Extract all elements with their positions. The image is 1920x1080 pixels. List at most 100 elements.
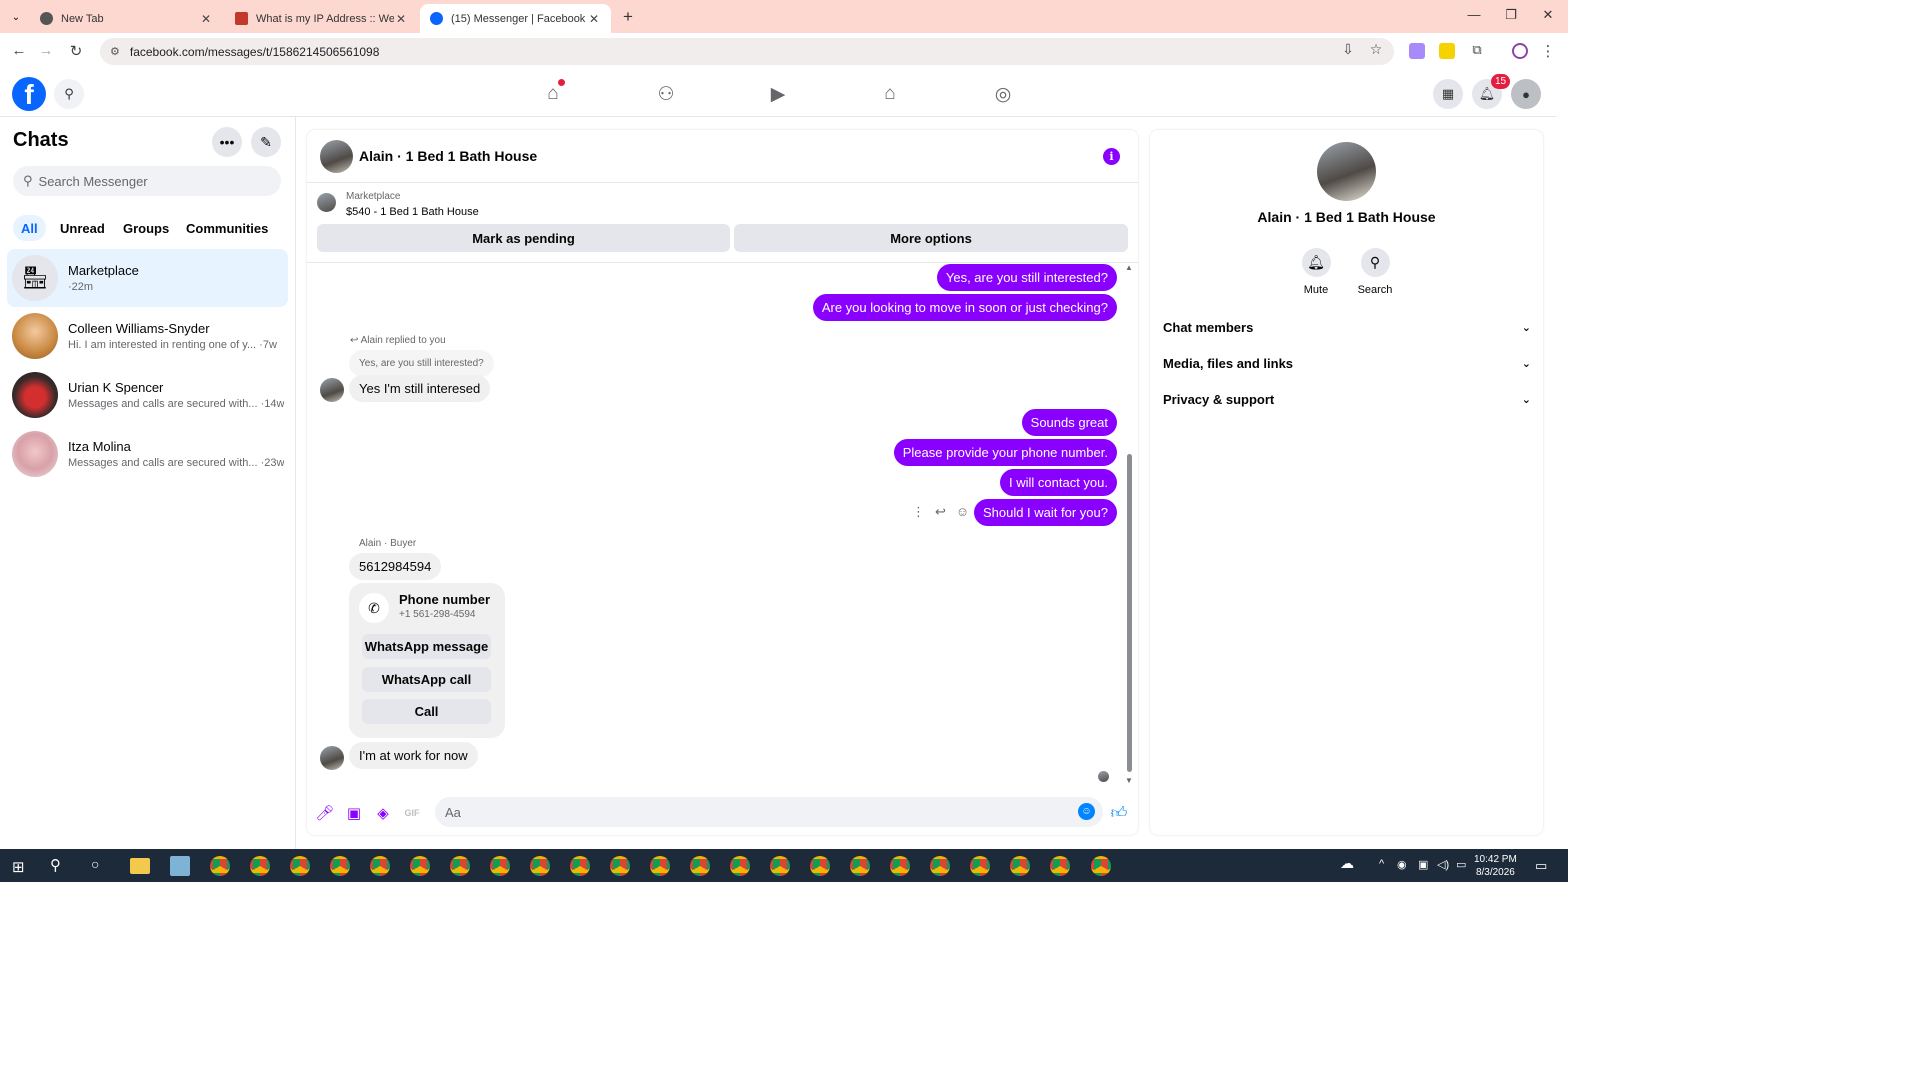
whatsapp-call-button[interactable]: WhatsApp call [362,667,491,692]
sender-avatar[interactable] [320,378,344,402]
chrome-taskbar-icon[interactable] [770,856,790,876]
thumbs-up-icon[interactable]: 👍︎ [1110,804,1128,822]
chrome-taskbar-icon[interactable] [1050,856,1070,876]
chrome-taskbar-icon[interactable] [210,856,230,876]
chrome-taskbar-icon[interactable] [530,856,550,876]
whatsapp-message-button[interactable]: WhatsApp message [362,634,491,659]
chat-item-urian[interactable]: Urian K Spencer Messages and calls are s… [7,366,288,424]
scroll-up-icon[interactable]: ▲ [1125,263,1133,272]
chrome-taskbar-icon[interactable] [810,856,830,876]
chrome-taskbar-icon[interactable] [370,856,390,876]
call-button[interactable]: Call [362,699,491,724]
browser-menu-icon[interactable]: ⋮ [1538,42,1558,62]
message-input[interactable] [435,797,1103,827]
chrome-taskbar-icon[interactable] [490,856,510,876]
taskbar-search-icon[interactable]: ⚲ [50,856,61,874]
chat-item-itza[interactable]: Itza Molina Messages and calls are secur… [7,425,288,483]
tab-search-chevron-icon[interactable]: ⌄ [6,7,26,27]
extension-yellow-icon[interactable] [1439,43,1455,59]
app-icon[interactable] [170,856,190,876]
message-incoming[interactable]: I'm at work for now [349,742,478,769]
chrome-taskbar-icon[interactable] [690,856,710,876]
section-chat-members[interactable]: Chat members ⌄ [1163,315,1531,339]
conversation-title[interactable]: Alain · 1 Bed 1 Bath House [359,148,537,164]
conversation-avatar[interactable] [320,140,353,173]
chrome-taskbar-icon[interactable] [290,856,310,876]
scroll-down-icon[interactable]: ▼ [1125,776,1133,785]
extension-purple-icon[interactable] [1409,43,1425,59]
forward-arrow-icon[interactable]: → [36,42,56,62]
chrome-taskbar-icon[interactable] [890,856,910,876]
reload-icon[interactable]: ↻ [66,42,86,62]
bookmark-star-icon[interactable]: ☆ [1366,41,1386,58]
new-message-icon[interactable]: ✎ [251,127,281,157]
tray-app-icon[interactable]: ◉ [1397,858,1407,871]
volume-icon[interactable]: ◁) [1437,858,1449,871]
profile-icon[interactable] [1512,43,1528,59]
filter-groups[interactable]: Groups [115,215,177,241]
tray-device-icon[interactable]: ▣ [1418,858,1428,871]
tab-ip-address[interactable]: What is my IP Address :: WebBrowserTools… [225,4,418,33]
chrome-taskbar-icon[interactable] [610,856,630,876]
groups-icon[interactable]: ◎ [990,81,1016,107]
chrome-taskbar-icon[interactable] [410,856,430,876]
message-outgoing[interactable]: Sounds great [1021,409,1117,436]
tab-messenger[interactable]: (15) Messenger | Facebook ✕ [420,4,611,33]
close-icon[interactable]: ✕ [394,12,408,26]
react-smiley-icon[interactable]: ☺ [956,504,969,520]
weather-icon[interactable]: ☁ [1340,855,1354,872]
section-media-files-links[interactable]: Media, files and links ⌄ [1163,351,1531,375]
friends-icon[interactable]: ⚇ [653,81,679,107]
windows-start-icon[interactable]: ⊞ [12,858,25,876]
microphone-icon[interactable]: 🎤︎ [315,804,334,822]
chrome-taskbar-icon[interactable] [330,856,350,876]
tray-chevron-up-icon[interactable]: ^ [1379,858,1384,870]
new-tab-button[interactable]: + [618,7,638,27]
extensions-puzzle-icon[interactable]: ⧉ [1467,42,1487,62]
close-window-button[interactable]: ✕ [1538,7,1558,23]
chat-item-colleen[interactable]: Colleen Williams-Snyder Hi. I am interes… [7,307,288,365]
chrome-taskbar-icon[interactable] [650,856,670,876]
install-app-icon[interactable]: ⇩ [1338,41,1358,58]
message-outgoing[interactable]: Are you looking to move in soon or just … [812,294,1117,321]
account-avatar[interactable]: ● [1511,79,1541,109]
maximize-button[interactable]: ❐ [1501,7,1521,23]
filter-all[interactable]: All [13,215,46,241]
mute-button[interactable]: 🔔︎ Mute [1286,248,1346,296]
mark-as-pending-button[interactable]: Mark as pending [317,224,730,252]
taskbar-clock[interactable]: 10:42 PM 8/3/2026 [1474,853,1517,879]
video-icon[interactable]: ▶ [765,81,791,107]
minimize-button[interactable]: — [1464,7,1484,22]
more-vertical-icon[interactable]: ⋮ [912,504,925,520]
sender-avatar[interactable] [320,746,344,770]
close-icon[interactable]: ✕ [587,12,601,26]
chrome-taskbar-icon[interactable] [250,856,270,876]
chrome-taskbar-icon[interactable] [730,856,750,876]
filter-communities[interactable]: Communities [178,215,276,241]
chrome-taskbar-icon[interactable] [570,856,590,876]
message-outgoing[interactable]: Should I wait for you? [973,499,1117,526]
reply-icon[interactable]: ↩ [935,504,946,520]
listing-title[interactable]: $540 - 1 Bed 1 Bath House [346,206,479,218]
more-options-button[interactable]: More options [734,224,1128,252]
chat-item-marketplace[interactable]: 🏪︎ Marketplace ·22m [7,249,288,307]
section-privacy-support[interactable]: Privacy & support ⌄ [1163,387,1531,411]
search-messenger-input[interactable]: ⚲ Search Messenger [13,166,281,196]
profile-avatar[interactable] [1317,142,1376,201]
file-explorer-icon[interactable] [130,858,150,874]
facebook-logo[interactable]: f [12,77,46,111]
search-icon[interactable]: ⚲ [54,79,84,109]
task-view-icon[interactable]: ○ [91,856,99,872]
tab-new-tab[interactable]: New Tab ✕ [30,4,223,33]
message-outgoing[interactable]: Yes, are you still interested? [936,264,1117,291]
message-incoming[interactable]: 5612984594 [349,553,442,580]
network-icon[interactable]: ▭ [1456,858,1466,871]
menu-grid-icon[interactable]: ▦ [1433,79,1463,109]
photo-icon[interactable]: ▣ [345,804,363,822]
message-outgoing[interactable]: Please provide your phone number. [893,439,1117,466]
close-icon[interactable]: ✕ [199,12,213,26]
chrome-taskbar-icon[interactable] [970,856,990,876]
chrome-taskbar-icon[interactable] [930,856,950,876]
site-info-icon[interactable]: ⚙ [110,45,120,58]
sticker-icon[interactable]: ◈ [374,804,392,822]
